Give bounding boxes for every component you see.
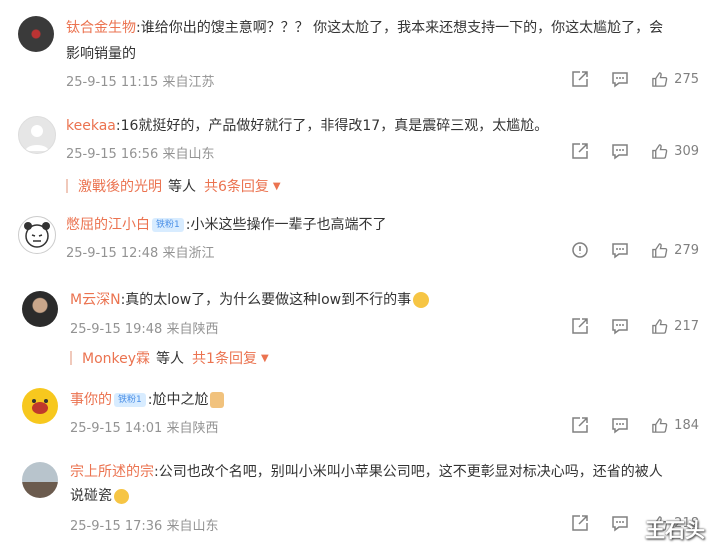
comment-icon[interactable] [611,416,629,434]
thumbs-up-icon [652,242,668,258]
chevron-down-icon[interactable]: ▼ [273,181,281,192]
comment-meta: 25-9-15 11:15 来自江苏 [66,75,215,90]
comment-text: 钛合金生物:谁给你出的馊主意啊？？？ 你这太尬了，我本来还想支持一下的，你这太尴… [66,16,663,40]
thumbs-up-emoji-icon [210,392,225,408]
comment-text-line2: 说碰瓷 [70,484,129,508]
reply-mid: 等人 [156,351,185,367]
forward-icon[interactable] [571,317,589,335]
forward-icon[interactable] [571,142,589,160]
comment-icon[interactable] [611,317,629,335]
comment-text: 憋屈的江小白 铁粉1:小米这些操作一辈子也高端不了 [66,213,386,237]
comment-body: :16就挺好的，产品做好就行了，非得改17，真是震碎三观，太尴尬。 [115,118,549,134]
avatar[interactable] [22,291,58,327]
comment-text: 宗上所述的宗:公司也改个名吧，别叫小米叫小苹果公司吧，这不更彰显对标决心吗，还省… [70,460,663,484]
reply-username[interactable]: 激戰後的光明 [78,176,162,196]
reply-divider [70,351,72,365]
forward-icon[interactable] [571,416,589,434]
like-button[interactable]: 184 [651,417,699,434]
like-count: 279 [674,242,699,258]
avatar[interactable] [22,388,58,424]
watermark: 王石头 [645,518,705,542]
reply-summary[interactable]: Monkey霖 等人 共1条回复 ▼ [70,348,269,368]
reply-summary[interactable]: 激戰後的光明 等人 共6条回复 ▼ [66,176,281,196]
emoji-icon [413,292,430,308]
emoji-icon [114,488,129,504]
reply-mid: 等人 [168,179,196,195]
comment-icon[interactable] [611,70,629,88]
like-count: 275 [674,71,699,87]
comment-body: :小米这些操作一辈子也高端不了 [185,217,387,233]
reply-username[interactable]: Monkey霖 [82,348,150,368]
comment-username[interactable]: keekaa [66,118,116,134]
like-count: 309 [674,143,699,159]
like-button[interactable]: 309 [651,143,699,160]
reply-count[interactable]: 共6条回复 [204,176,269,196]
comment-username[interactable]: 钛合金生物 [66,20,136,36]
comment-icon[interactable] [611,142,629,160]
comment-meta: 25-9-15 14:01 来自陕西 [70,421,219,436]
like-button[interactable]: 217 [651,318,699,335]
like-button[interactable]: 279 [651,242,699,259]
avatar[interactable] [18,216,56,254]
fan-badge: 铁粉1 [114,393,146,407]
comment-text: keekaa:16就挺好的，产品做好就行了，非得改17，真是震碎三观，太尴尬。 [66,114,548,138]
like-count: 184 [674,417,699,433]
fan-badge: 铁粉1 [152,218,184,232]
comment-body: :公司也改个名吧，别叫小米叫小苹果公司吧，这不更彰显对标决心吗，还省的被人 [154,464,663,480]
avatar[interactable] [22,462,58,498]
comment-username[interactable]: 事你的 [70,392,112,408]
comment-body: :真的太low了，为什么要做这种low到不行的事 [120,292,412,308]
comment-body-line2: 说碰瓷 [70,488,112,504]
reply-divider [66,179,68,193]
comment-username[interactable]: 憋屈的江小白 [66,217,150,233]
chevron-down-icon[interactable]: ▼ [261,353,269,364]
thumbs-up-icon [652,143,668,159]
comment-meta: 25-9-15 12:48 来自浙江 [66,246,215,261]
thumbs-up-icon [652,71,668,87]
forward-icon[interactable] [571,70,589,88]
avatar[interactable] [18,16,54,52]
comment-meta: 25-9-15 16:56 来自山东 [66,147,215,162]
comment-meta: 25-9-15 19:48 来自陕西 [70,322,219,337]
thumbs-up-icon [652,417,668,433]
avatar[interactable] [18,116,56,154]
like-count: 217 [674,318,699,334]
like-button[interactable]: 275 [651,71,699,88]
comment-icon[interactable] [611,514,629,532]
comment-body: :尬中之尬 [147,392,209,408]
comment-text: M云深N:真的太low了，为什么要做这种low到不行的事 [70,288,430,312]
forward-icon[interactable] [571,514,589,532]
comment-meta: 25-9-15 17:36 来自山东 [70,519,219,534]
comment-body: :谁给你出的馊主意啊？？？ 你这太尬了，我本来还想支持一下的，你这太尴尬了，会 [136,20,664,36]
reply-count[interactable]: 共1条回复 [192,348,257,368]
comment-username[interactable]: 宗上所述的宗 [70,464,154,480]
comment-text: 事你的 铁粉1:尬中之尬 [70,388,225,412]
comment-icon[interactable] [611,241,629,259]
thumbs-up-icon [652,318,668,334]
comment-username[interactable]: M云深N [70,292,121,308]
comment-text-line2: 影响销量的 [66,46,136,62]
report-icon[interactable] [571,241,589,259]
